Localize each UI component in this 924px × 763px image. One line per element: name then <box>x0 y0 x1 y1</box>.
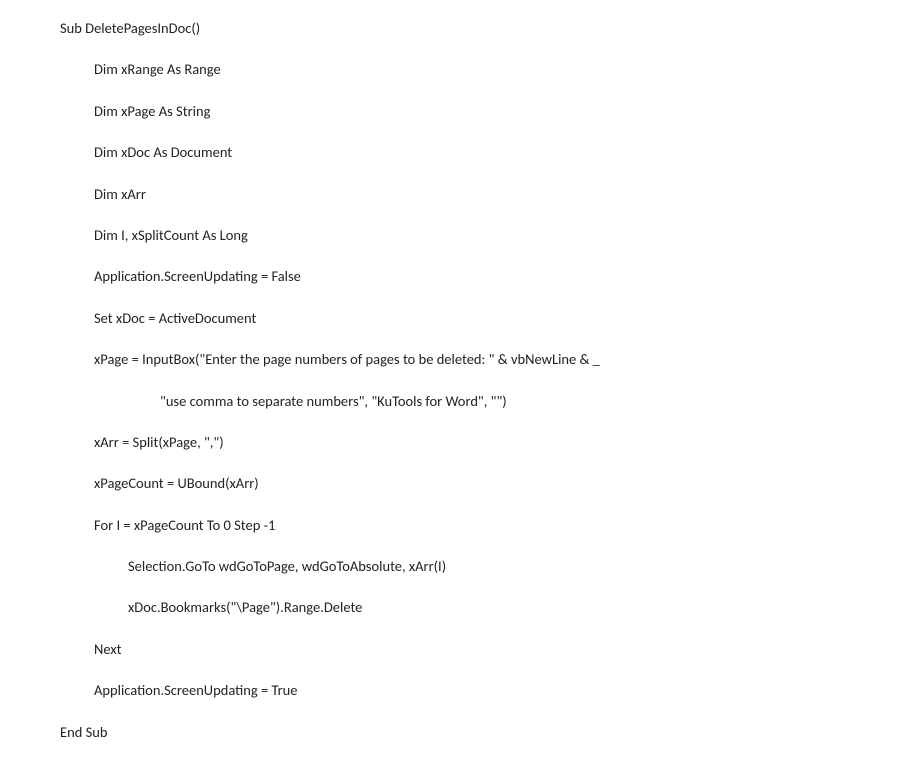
code-line: Next <box>60 641 924 658</box>
code-line: Dim xDoc As Document <box>60 144 924 161</box>
code-line: Application.ScreenUpdating = True <box>60 682 924 699</box>
code-line: xArr = Split(xPage, ",") <box>60 434 924 451</box>
code-line: Dim xRange As Range <box>60 61 924 78</box>
code-line: xPageCount = UBound(xArr) <box>60 475 924 492</box>
code-line: "use comma to separate numbers", "KuTool… <box>60 393 924 410</box>
code-line: Dim xArr <box>60 186 924 203</box>
code-line: xPage = InputBox("Enter the page numbers… <box>60 351 924 368</box>
code-line: For I = xPageCount To 0 Step -1 <box>60 517 924 534</box>
code-block: Sub DeletePagesInDoc() Dim xRange As Ran… <box>0 0 924 741</box>
code-line: Sub DeletePagesInDoc() <box>60 20 924 37</box>
code-line: End Sub <box>60 724 924 741</box>
code-line: Dim I, xSplitCount As Long <box>60 227 924 244</box>
code-line: Set xDoc = ActiveDocument <box>60 310 924 327</box>
code-line: Selection.GoTo wdGoToPage, wdGoToAbsolut… <box>60 558 924 575</box>
code-line: Dim xPage As String <box>60 103 924 120</box>
code-line: xDoc.Bookmarks("\Page").Range.Delete <box>60 599 924 616</box>
code-line: Application.ScreenUpdating = False <box>60 268 924 285</box>
